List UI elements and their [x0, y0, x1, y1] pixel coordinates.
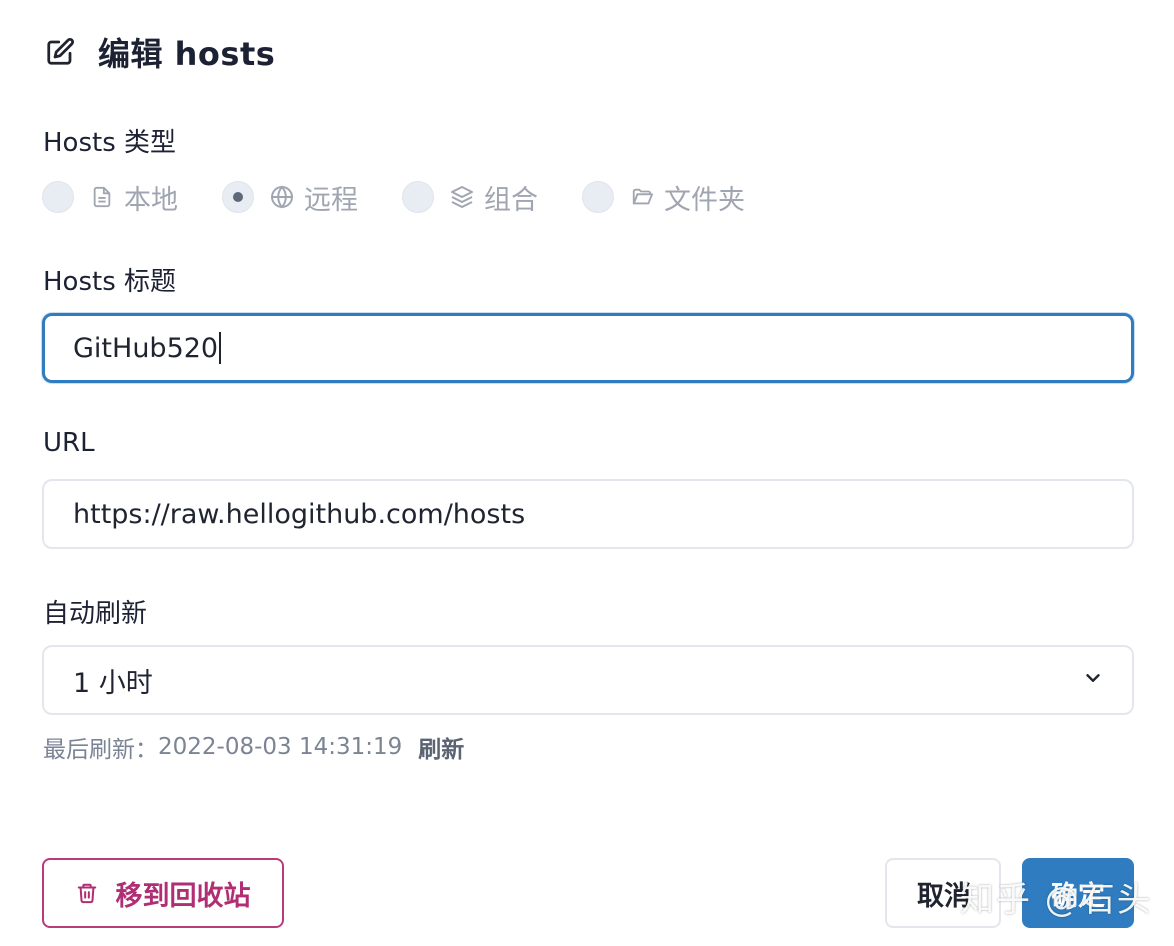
radio-combo-label: 组合	[484, 184, 538, 216]
folder-icon	[630, 185, 654, 209]
radio-local-label: 本地	[124, 184, 178, 216]
radio-folder-label: 文件夹	[664, 184, 745, 216]
radio-folder[interactable]: 文件夹	[582, 178, 745, 217]
move-to-trash-label: 移到回收站	[115, 880, 251, 912]
radio-button-selected[interactable]	[222, 181, 254, 213]
auto-refresh-select[interactable]: 1 小时	[42, 645, 1134, 715]
hosts-title-value: GitHub520	[73, 332, 219, 364]
radio-dot	[233, 192, 243, 202]
move-to-trash-button[interactable]: 移到回收站	[42, 858, 284, 928]
hosts-title-input[interactable]: GitHub520	[42, 313, 1134, 383]
layers-icon	[450, 185, 474, 209]
radio-button[interactable]	[402, 181, 434, 213]
hosts-type-radio-group: 本地 远程 组合 文件夹	[42, 178, 789, 216]
url-input[interactable]: https://raw.hellogithub.com/hosts	[42, 479, 1134, 549]
radio-remote[interactable]: 远程	[222, 178, 358, 217]
last-refresh-label: 最后刷新：	[43, 737, 158, 763]
radio-button[interactable]	[42, 181, 74, 213]
auto-refresh-selected-value: 1 小时	[73, 667, 153, 699]
trash-icon	[76, 880, 98, 906]
dialog-title: 编辑 hosts	[98, 35, 276, 73]
watermark: 知乎 @石头	[960, 880, 1153, 920]
radio-local[interactable]: 本地	[42, 178, 178, 217]
last-refresh-time: 2022-08-03 14:31:19	[158, 734, 403, 760]
radio-remote-label: 远程	[304, 184, 358, 216]
text-caret	[219, 332, 222, 364]
dialog-header: 编辑 hosts	[44, 28, 275, 76]
edit-icon	[44, 36, 76, 68]
refresh-link[interactable]: 刷新	[418, 730, 464, 764]
hosts-type-label: Hosts 类型	[43, 128, 177, 158]
auto-refresh-label: 自动刷新	[43, 599, 148, 629]
radio-button[interactable]	[582, 181, 614, 213]
document-icon	[90, 185, 114, 209]
radio-combo[interactable]: 组合	[402, 178, 538, 217]
globe-icon	[270, 185, 294, 209]
url-label: URL	[43, 428, 95, 458]
hosts-title-label: Hosts 标题	[43, 267, 177, 297]
last-refresh-info: 最后刷新： 2022-08-03 14:31:19 刷新	[43, 730, 464, 764]
chevron-down-icon	[1082, 665, 1104, 696]
url-value: https://raw.hellogithub.com/hosts	[73, 498, 526, 530]
